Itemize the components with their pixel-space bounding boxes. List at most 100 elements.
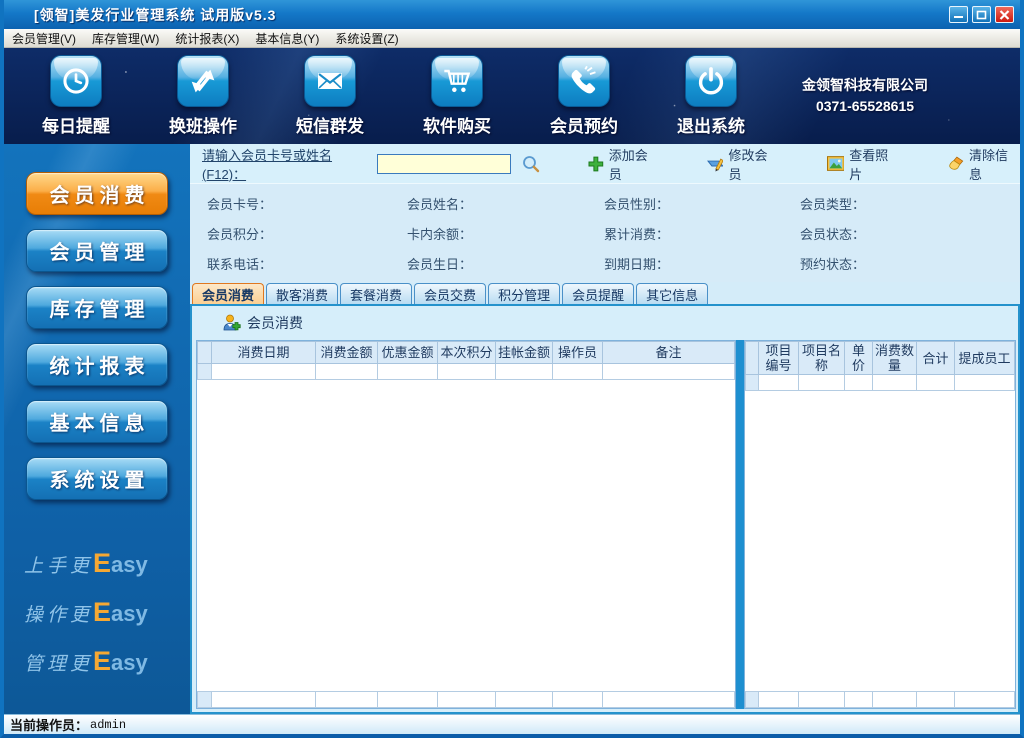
operator-label: 当前操作员： [10, 718, 89, 733]
field-total-consume: 累计消费： [604, 226, 670, 242]
table-header-row: 项目编号 项目名称 单价 消费数量 合计 提成员工 [745, 341, 1015, 375]
tab-points-manage[interactable]: 积分管理 [488, 283, 561, 304]
col-operator: 操作员 [552, 341, 603, 364]
table-footer-row [745, 691, 1015, 708]
toolbar-button-daily-reminder[interactable]: 每日提醒 [42, 55, 110, 137]
sidebar-item-stats-report[interactable]: 统计报表 [26, 343, 168, 386]
col-item-name: 项目名称 [798, 341, 845, 375]
search-label: 请输入会员卡号或姓名(F12)： [202, 147, 333, 182]
col-consume-amount: 消费金额 [315, 341, 378, 364]
table-body-empty [745, 391, 1015, 691]
add-member-button[interactable]: 添加会员 [588, 145, 660, 183]
col-quantity: 消费数量 [872, 341, 917, 375]
menu-item-inventory-manage[interactable]: 库存管理(W) [92, 30, 159, 47]
swap-arrows-icon [177, 55, 229, 107]
operator-value: admin [90, 717, 127, 732]
add-person-icon [223, 314, 241, 331]
tab-member-payment[interactable]: 会员交费 [414, 283, 487, 304]
main-area: 请输入会员卡号或姓名(F12)： 添加会员 修改会员 查看照片 清除信息 会员卡… [190, 144, 1020, 714]
menu-item-member-manage[interactable]: 会员管理(V) [12, 30, 76, 47]
tab-walkin-consume[interactable]: 散客消费 [266, 283, 339, 304]
envelope-icon [304, 55, 356, 107]
slogan-line: 上手更Easy [24, 548, 148, 578]
tab-member-consume[interactable]: 会员消费 [192, 283, 265, 304]
maximize-button[interactable] [972, 6, 991, 23]
table-footer-row [197, 691, 735, 708]
member-info-panel: 会员卡号： 会员姓名： 会员性别： 会员类型： 会员积分： 卡内余额： 累计消费… [190, 184, 1020, 282]
cart-icon [431, 55, 483, 107]
company-name: 金领智科技有限公司 [802, 77, 928, 93]
field-gender: 会员性别： [604, 196, 670, 212]
field-card-no: 会员卡号： [207, 196, 273, 212]
tab-package-consume[interactable]: 套餐消费 [340, 283, 413, 304]
toolbar-button-member-appointment[interactable]: 会员预约 [550, 55, 618, 137]
window-controls [949, 6, 1014, 23]
minimize-button[interactable] [949, 6, 968, 23]
body: 会员消费 会员管理 库存管理 统计报表 基本信息 系统设置 上手更Easy 操作… [4, 144, 1020, 714]
toolbar-button-exit-system[interactable]: 退出系统 [677, 55, 745, 137]
toolbar-button-software-purchase[interactable]: 软件购买 [423, 55, 491, 137]
sidebar-item-member-consume[interactable]: 会员消费 [26, 172, 168, 215]
menu-item-stats-report[interactable]: 统计报表(X) [175, 30, 239, 47]
field-points: 会员积分： [207, 226, 273, 242]
toolbar-button-shift-swap[interactable]: 换班操作 [169, 55, 237, 137]
tab-member-reminder[interactable]: 会员提醒 [562, 283, 635, 304]
sidebar-item-member-manage[interactable]: 会员管理 [26, 229, 168, 272]
member-search-input[interactable] [377, 153, 512, 174]
app-window: [领智]美发行业管理系统 试用版v5.3 会员管理(V) 库存管理(W) 统计报… [0, 0, 1024, 738]
search-icon[interactable] [521, 154, 541, 174]
close-button[interactable] [995, 6, 1014, 23]
pencil-icon [706, 158, 724, 171]
brush-icon [949, 156, 964, 170]
col-discount-amount: 优惠金额 [377, 341, 438, 364]
slogan-line: 管理更Easy [24, 646, 148, 676]
edit-member-button[interactable]: 修改会员 [706, 145, 780, 183]
status-bar: 当前操作员： admin [4, 714, 1020, 734]
menu-item-system-settings[interactable]: 系统设置(Z) [335, 30, 398, 47]
company-phone: 0371-65528615 [815, 98, 915, 114]
close-icon [999, 9, 1010, 20]
maximize-icon [976, 10, 987, 19]
field-phone: 联系电话： [207, 256, 273, 272]
phone-icon [558, 55, 610, 107]
field-member-name: 会员姓名： [407, 196, 473, 212]
sidebar-item-basic-info[interactable]: 基本信息 [26, 400, 168, 443]
member-consume-button[interactable]: 会员消费 [222, 313, 303, 333]
main-toolbar: 每日提醒 换班操作 短信群发 软件购买 会员预约 退出系统 金领智科技有限公司 … [4, 48, 1020, 144]
tab-bar: 会员消费 散客消费 套餐消费 会员交费 积分管理 会员提醒 其它信息 [190, 282, 1020, 304]
sidebar-item-inventory-manage[interactable]: 库存管理 [26, 286, 168, 329]
consume-history-table: 消费日期 消费金额 优惠金额 本次积分 挂帐金额 操作员 备注 [196, 340, 736, 709]
clock-icon [50, 55, 102, 107]
tab-other-info[interactable]: 其它信息 [636, 283, 709, 304]
company-info: 金领智科技有限公司 0371-65528615 [802, 75, 928, 117]
slogan-line: 操作更Easy [24, 597, 148, 627]
search-row: 请输入会员卡号或姓名(F12)： 添加会员 修改会员 查看照片 清除信息 [190, 144, 1020, 184]
view-photo-button[interactable]: 查看照片 [826, 145, 901, 183]
consume-toolbar: 会员消费 [192, 306, 1018, 340]
toolbar-button-sms-broadcast[interactable]: 短信群发 [296, 55, 364, 137]
sidebar: 会员消费 会员管理 库存管理 统计报表 基本信息 系统设置 上手更Easy 操作… [4, 144, 190, 714]
power-icon [685, 55, 737, 107]
content-panel: 会员消费 消费日期 消费金额 优惠金额 本次积分 挂帐金额 操作员 备注 项目编… [190, 304, 1020, 714]
menu-item-basic-info[interactable]: 基本信息(Y) [255, 30, 319, 47]
field-member-status: 会员状态： [800, 226, 866, 242]
col-unit-price: 单价 [844, 341, 873, 375]
col-remark: 备注 [602, 341, 735, 364]
slogans: 上手更Easy 操作更Easy 管理更Easy [24, 533, 148, 680]
field-birthday: 会员生日： [407, 256, 473, 272]
col-credit-amount: 挂帐金额 [495, 341, 553, 364]
clear-info-button[interactable]: 清除信息 [947, 145, 1020, 183]
minimize-icon [954, 16, 963, 18]
table-empty-row [745, 374, 1015, 391]
table-header-row: 消费日期 消费金额 优惠金额 本次积分 挂帐金额 操作员 备注 [197, 341, 735, 364]
menu-bar: 会员管理(V) 库存管理(W) 统计报表(X) 基本信息(Y) 系统设置(Z) [4, 29, 1020, 48]
table-splitter[interactable] [736, 340, 744, 709]
consume-items-table: 项目编号 项目名称 单价 消费数量 合计 提成员工 [744, 340, 1016, 709]
field-expire-date: 到期日期： [604, 256, 670, 272]
field-card-balance: 卡内余额： [407, 226, 473, 242]
col-points-earned: 本次积分 [437, 341, 496, 364]
toolbar-buttons: 每日提醒 换班操作 短信群发 软件购买 会员预约 退出系统 [42, 55, 745, 137]
photo-icon [826, 156, 845, 171]
sidebar-item-system-settings[interactable]: 系统设置 [26, 457, 168, 500]
col-total: 合计 [916, 341, 955, 375]
